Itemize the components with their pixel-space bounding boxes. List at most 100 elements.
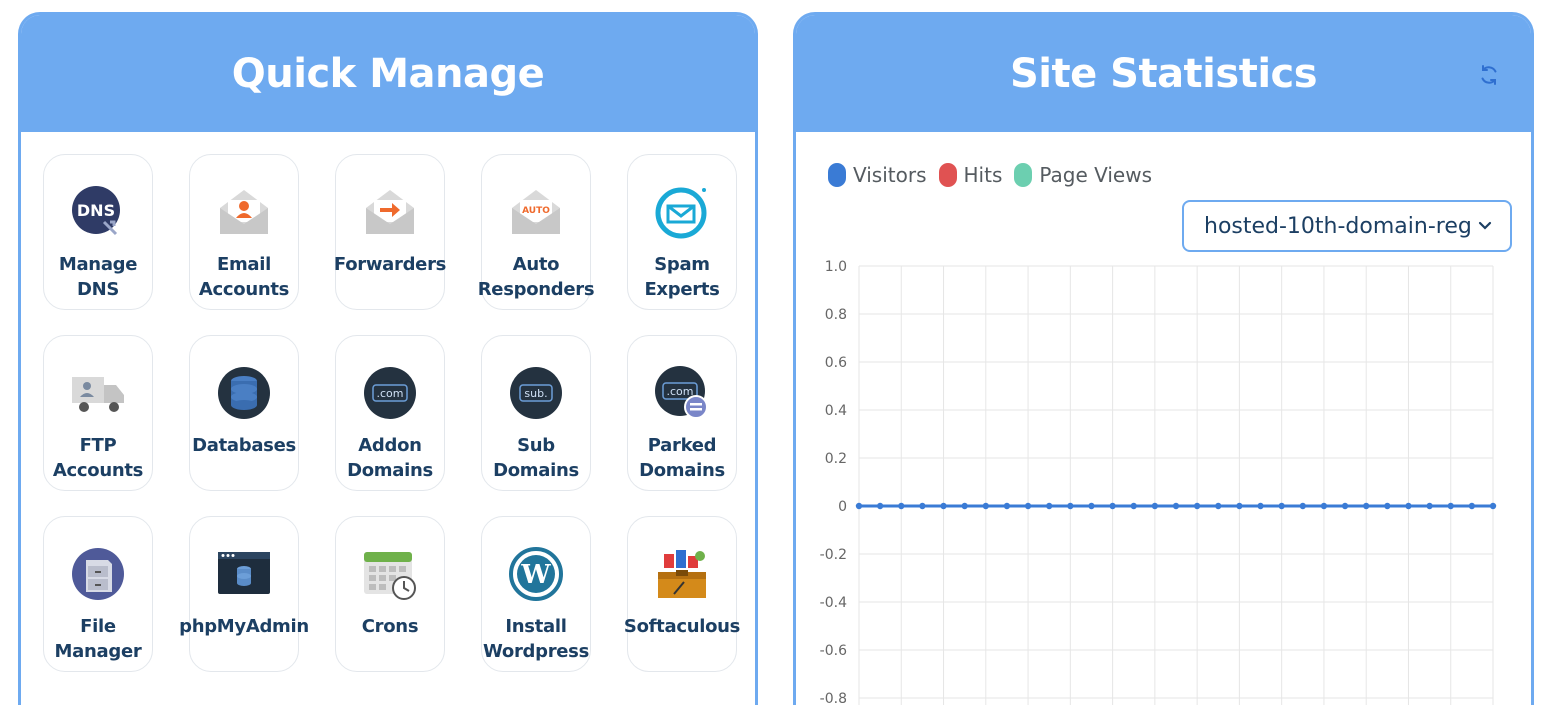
legend-label: Visitors bbox=[853, 163, 927, 187]
data-point[interactable] bbox=[1046, 502, 1053, 510]
tile-file-cabinet[interactable]: File Manager bbox=[43, 516, 153, 672]
data-point[interactable] bbox=[1193, 502, 1201, 510]
data-point[interactable] bbox=[1130, 502, 1137, 510]
y-tick-label: -0.2 bbox=[820, 547, 847, 563]
site-statistics-panel: Site Statistics Visitors Hits Page Views… bbox=[793, 12, 1534, 705]
legend-item-visitors[interactable]: Visitors bbox=[828, 163, 927, 187]
data-point[interactable] bbox=[1257, 502, 1264, 510]
calendar-clock-icon bbox=[362, 546, 418, 602]
addon-domain-icon: .com bbox=[362, 365, 418, 421]
phpmyadmin-icon bbox=[216, 546, 272, 602]
site-statistics-header: Site Statistics bbox=[796, 15, 1531, 132]
data-point[interactable] bbox=[1215, 502, 1222, 510]
tile-phpmyadmin[interactable]: phpMyAdmin bbox=[179, 516, 309, 672]
database-icon bbox=[216, 365, 272, 421]
spam-experts-icon bbox=[654, 184, 710, 240]
tile-label: Manage DNS bbox=[58, 254, 138, 300]
sub-icon-text: sub. bbox=[524, 387, 547, 400]
svg-text:W: W bbox=[520, 560, 551, 590]
tile-label: Install Wordpress bbox=[482, 616, 590, 662]
domain-select[interactable]: hosted-10th-domain-reg bbox=[1182, 200, 1512, 252]
tile-label: File Manager bbox=[54, 616, 142, 662]
tile-addon-domain[interactable]: .com Addon Domains bbox=[335, 335, 445, 491]
tile-email-accounts[interactable]: Email Accounts bbox=[189, 154, 299, 310]
tile-label: Crons bbox=[361, 616, 419, 637]
y-tick-label: -0.6 bbox=[820, 643, 847, 659]
data-point[interactable] bbox=[898, 502, 905, 510]
dns-icon-text: DNS bbox=[77, 201, 115, 220]
ftp-truck-icon bbox=[70, 365, 126, 421]
data-point[interactable] bbox=[1384, 502, 1391, 510]
data-point[interactable] bbox=[1278, 502, 1285, 510]
refresh-icon[interactable] bbox=[1477, 63, 1501, 87]
site-statistics-title: Site Statistics bbox=[1009, 50, 1318, 97]
tile-label: Auto Responders bbox=[477, 254, 595, 300]
legend-swatch bbox=[1014, 163, 1033, 187]
sub-domain-icon: sub. bbox=[508, 365, 564, 421]
chart-legend: Visitors Hits Page Views bbox=[828, 163, 1152, 187]
y-tick-label: -0.4 bbox=[820, 595, 847, 611]
tile-label: Email Accounts bbox=[198, 254, 290, 300]
tile-forwarders[interactable]: Forwarders bbox=[334, 154, 446, 310]
legend-item-page-views[interactable]: Page Views bbox=[1014, 163, 1152, 187]
data-point[interactable] bbox=[1024, 502, 1032, 510]
data-point[interactable] bbox=[1067, 502, 1074, 510]
data-point[interactable] bbox=[1003, 502, 1011, 510]
data-point[interactable] bbox=[1489, 502, 1497, 510]
y-tick-label: -0.8 bbox=[820, 691, 847, 705]
legend-swatch bbox=[828, 163, 846, 187]
tile-ftp-truck[interactable]: FTP Accounts bbox=[43, 335, 153, 491]
domain-select-value: hosted-10th-domain-reg bbox=[1204, 213, 1472, 239]
data-point[interactable] bbox=[1299, 502, 1306, 510]
com-icon-text: .com bbox=[667, 385, 694, 398]
dns-icon: DNS bbox=[70, 184, 126, 240]
data-point[interactable] bbox=[1468, 502, 1476, 510]
email-accounts-icon bbox=[216, 184, 272, 240]
data-point[interactable] bbox=[919, 502, 926, 510]
tile-sub-domain[interactable]: sub. Sub Domains bbox=[481, 335, 591, 491]
data-point[interactable] bbox=[1447, 502, 1454, 510]
com-icon-text: .com bbox=[377, 387, 404, 400]
parked-domain-icon: .com bbox=[654, 365, 710, 421]
tile-auto-responders[interactable]: AUTO Auto Responders bbox=[478, 154, 595, 310]
tile-label: Softaculous bbox=[623, 616, 741, 637]
tile-wordpress[interactable]: W Install Wordpress bbox=[481, 516, 591, 672]
auto-responders-icon: AUTO bbox=[508, 184, 564, 240]
forwarders-icon bbox=[362, 184, 418, 240]
quick-manage-panel: Quick Manage DNS Manage DNS Email Accoun… bbox=[18, 12, 758, 705]
wordpress-icon: W bbox=[508, 546, 564, 602]
tile-spam-experts[interactable]: Spam Experts bbox=[627, 154, 737, 310]
data-point[interactable] bbox=[1236, 502, 1243, 510]
data-point[interactable] bbox=[961, 502, 968, 510]
legend-item-hits[interactable]: Hits bbox=[938, 163, 1002, 187]
quick-manage-header: Quick Manage bbox=[21, 15, 755, 132]
tile-parked-domain[interactable]: .com Parked Domains bbox=[627, 335, 737, 491]
data-point[interactable] bbox=[1088, 502, 1095, 510]
chevron-down-icon bbox=[1478, 221, 1492, 230]
data-point[interactable] bbox=[1363, 502, 1370, 510]
data-point[interactable] bbox=[876, 502, 884, 510]
data-point[interactable] bbox=[1172, 502, 1180, 510]
tile-database[interactable]: Databases bbox=[189, 335, 299, 491]
tile-label: Spam Experts bbox=[644, 254, 720, 300]
legend-swatch bbox=[938, 163, 957, 187]
tile-dns[interactable]: DNS Manage DNS bbox=[43, 154, 153, 310]
data-point[interactable] bbox=[1109, 502, 1116, 510]
data-point[interactable] bbox=[982, 502, 989, 510]
data-point[interactable] bbox=[1320, 502, 1328, 510]
data-point[interactable] bbox=[1151, 502, 1159, 510]
y-tick-label: 0.4 bbox=[825, 403, 847, 419]
legend-label: Page Views bbox=[1039, 163, 1153, 187]
data-point[interactable] bbox=[940, 502, 947, 510]
softaculous-icon bbox=[654, 546, 710, 602]
data-point[interactable] bbox=[1426, 502, 1433, 510]
tile-label: Databases bbox=[192, 435, 296, 456]
data-point[interactable] bbox=[1405, 502, 1412, 510]
site-statistics-chart: 1.0 0.8 0.6 0.4 0.2 0 -0.2 -0.4 -0.6 -0.8 bbox=[820, 259, 1497, 705]
data-point[interactable] bbox=[855, 502, 863, 510]
tile-softaculous[interactable]: Softaculous bbox=[623, 516, 741, 672]
tile-calendar-clock[interactable]: Crons bbox=[335, 516, 445, 672]
tile-label: Sub Domains bbox=[493, 435, 579, 481]
data-point[interactable] bbox=[1341, 502, 1349, 510]
file-cabinet-icon bbox=[70, 546, 126, 602]
